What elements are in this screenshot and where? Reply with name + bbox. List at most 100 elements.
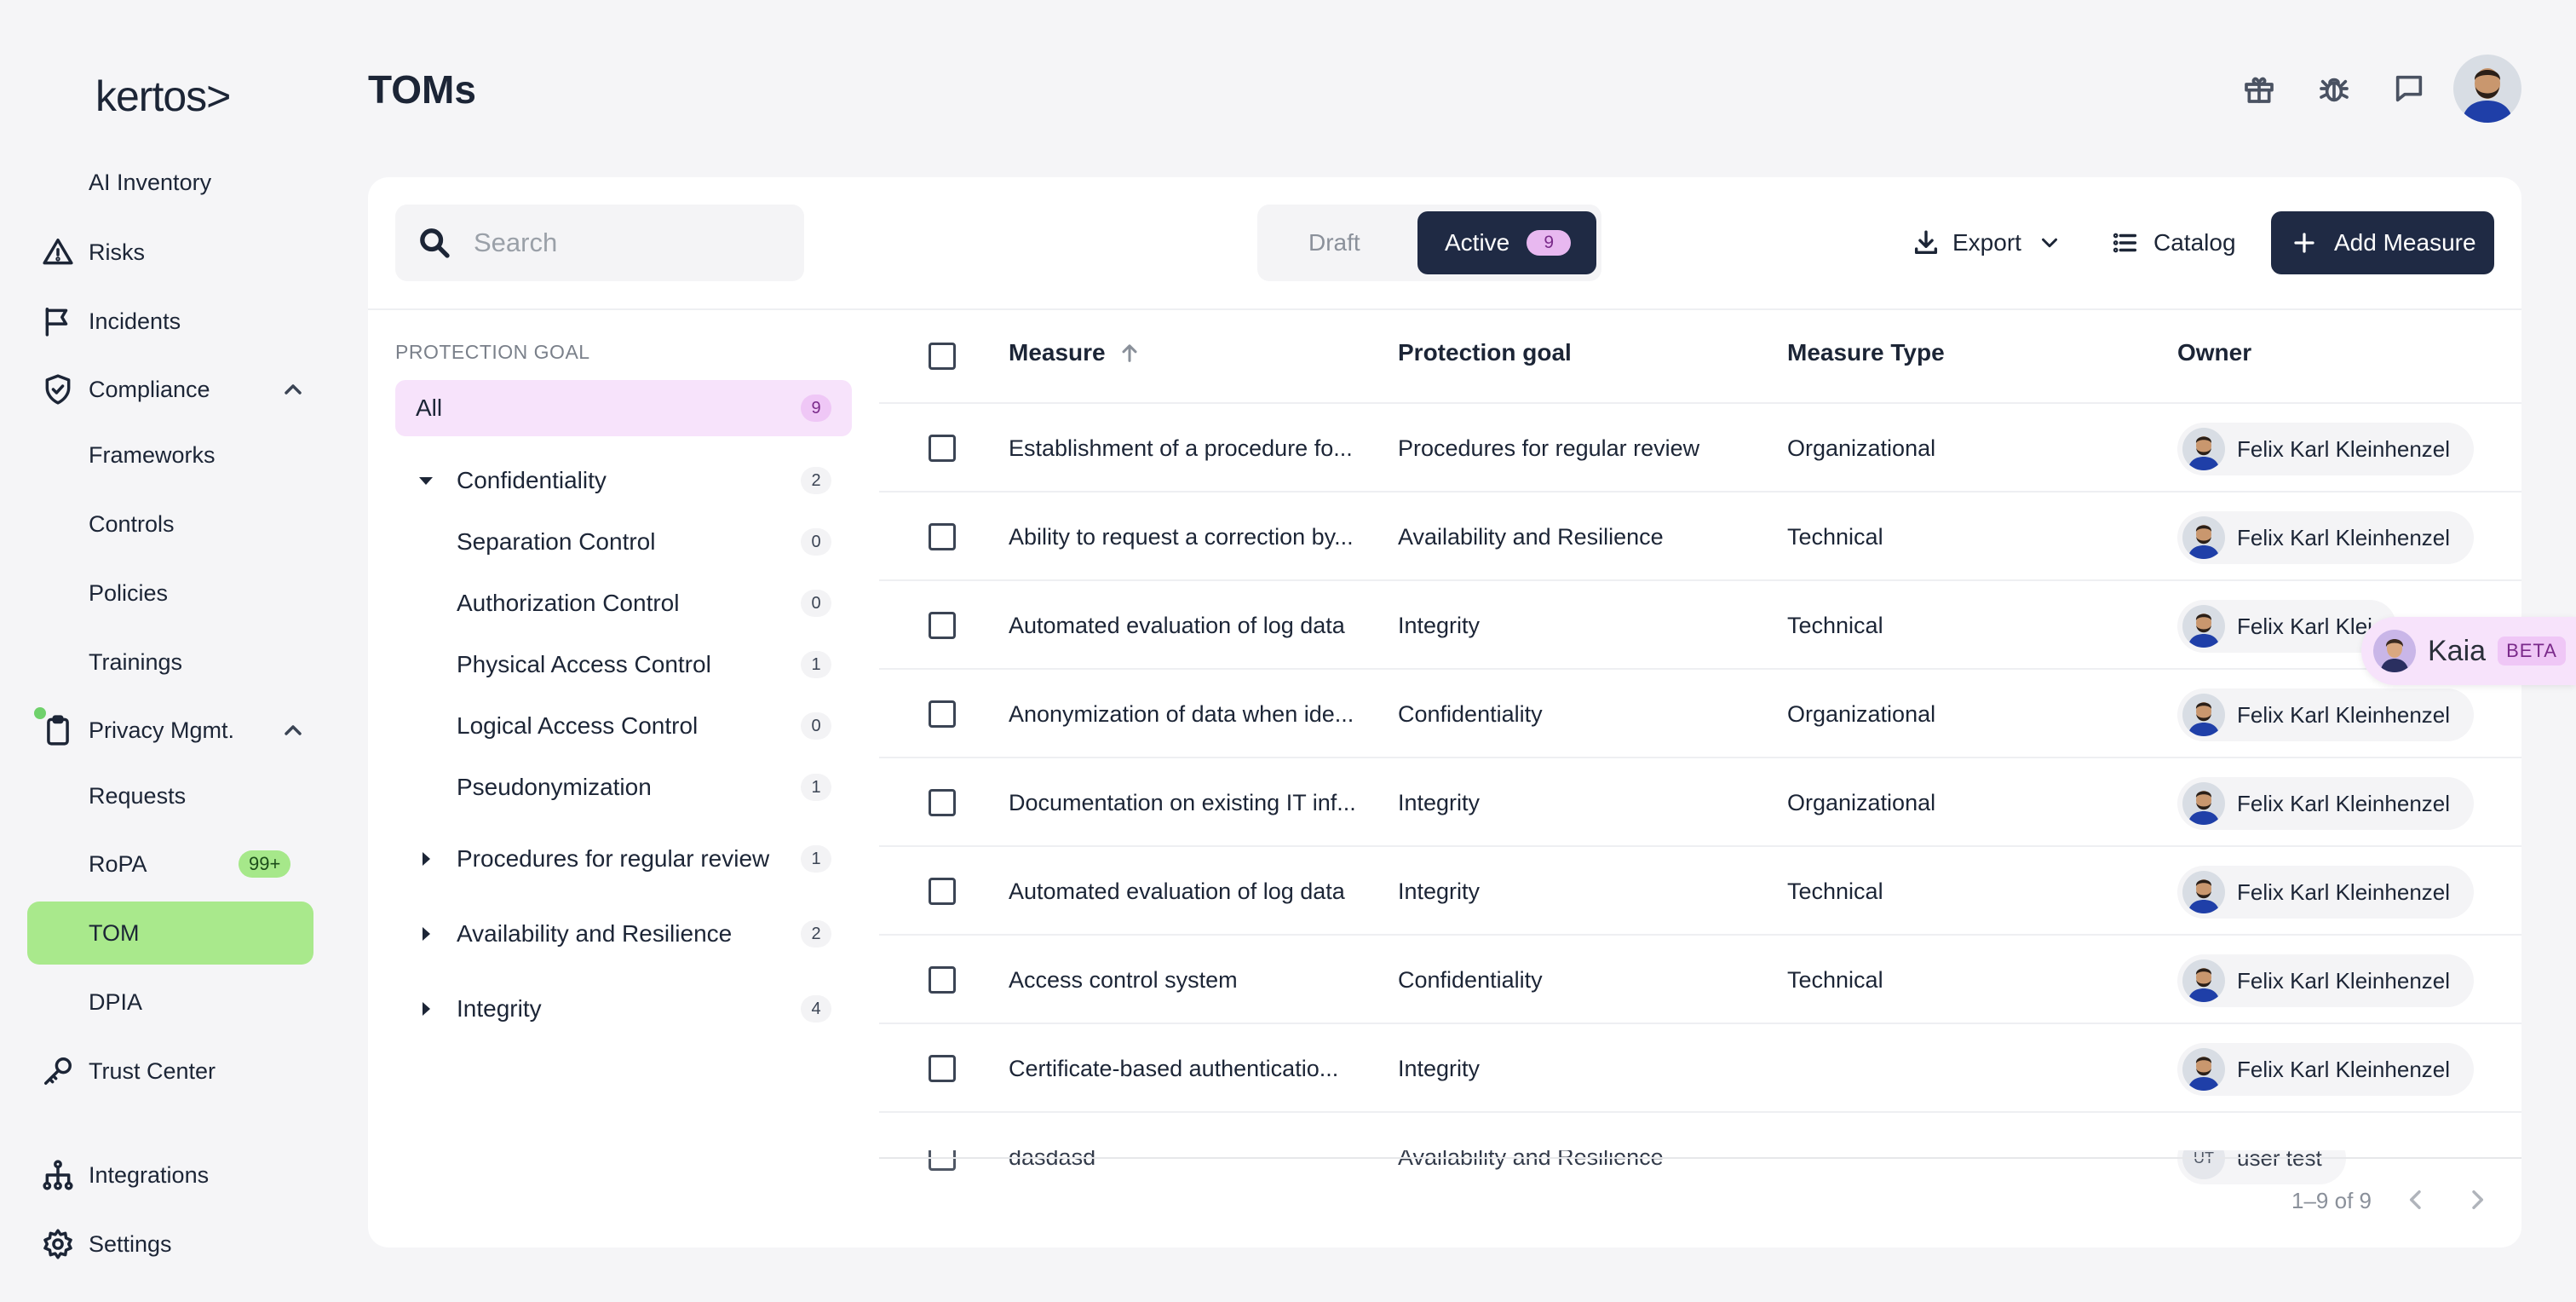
sidebar-item-risks[interactable]: Risks xyxy=(39,228,145,276)
prev-page-button[interactable] xyxy=(2402,1186,2433,1217)
caret-down-icon[interactable] xyxy=(416,470,436,491)
next-page-button[interactable] xyxy=(2464,1186,2494,1217)
cell-protection-goal: Integrity xyxy=(1398,613,1481,638)
tree-item-physical-access-control[interactable]: Physical Access Control 1 xyxy=(457,641,831,688)
tree-item-integrity[interactable]: Integrity 4 xyxy=(457,985,831,1033)
count-badge: 0 xyxy=(801,528,831,556)
gift-icon[interactable] xyxy=(2239,68,2280,109)
sidebar-item-integrations[interactable]: Integrations xyxy=(39,1151,209,1199)
tree-item-logical-access-control[interactable]: Logical Access Control 0 xyxy=(457,702,831,750)
owner-chip[interactable]: Felix Karl Kleinhenzel xyxy=(2177,777,2475,830)
owner-avatar xyxy=(2182,694,2225,736)
row-divider xyxy=(879,491,2521,493)
column-header-measure-type[interactable]: Measure Type xyxy=(1787,339,1945,366)
count-badge: 4 xyxy=(801,995,831,1023)
row-checkbox[interactable] xyxy=(929,612,956,639)
caret-right-icon[interactable] xyxy=(416,924,436,944)
scroll-clip xyxy=(877,1116,2521,1150)
tree-item-separation-control[interactable]: Separation Control 0 xyxy=(457,518,831,566)
cell-protection-goal: Procedures for regular review xyxy=(1398,435,1700,461)
sidebar-item-controls[interactable]: Controls xyxy=(89,500,175,548)
tree-item-procedures-for-regular-review[interactable]: Procedures for regular review 1 xyxy=(457,835,831,883)
owner-avatar xyxy=(2182,428,2225,470)
row-checkbox[interactable] xyxy=(929,878,956,905)
tab-active[interactable]: Active 9 xyxy=(1417,211,1596,274)
user-avatar[interactable] xyxy=(2453,55,2521,123)
row-checkbox[interactable] xyxy=(929,700,956,728)
row-checkbox[interactable] xyxy=(929,523,956,550)
sidebar-item-frameworks[interactable]: Frameworks xyxy=(89,431,216,479)
cell-measure: Certificate-based authenticatio... xyxy=(1009,1056,1339,1081)
tab-draft[interactable]: Draft xyxy=(1308,205,1360,281)
tree-item-availability-and-resilience[interactable]: Availability and Resilience 2 xyxy=(457,910,831,958)
count-badge: 0 xyxy=(801,712,831,740)
owner-chip[interactable]: Felix Karl Kleinhenzel xyxy=(2177,866,2475,919)
cell-protection-goal: Confidentiality xyxy=(1398,701,1543,727)
search-icon xyxy=(420,228,450,258)
chevron-left-icon xyxy=(2409,1190,2421,1210)
caret-right-icon[interactable] xyxy=(416,999,436,1019)
count-badge: 9 xyxy=(801,395,831,422)
search-box[interactable] xyxy=(395,205,804,281)
sidebar-item-policies[interactable]: Policies xyxy=(89,569,168,617)
bug-icon[interactable] xyxy=(2314,68,2355,109)
row-checkbox[interactable] xyxy=(929,1055,956,1082)
search-input[interactable] xyxy=(474,228,780,258)
row-checkbox[interactable] xyxy=(929,789,956,816)
kaia-assistant-button[interactable]: Kaia BETA xyxy=(2361,617,2576,685)
sidebar-item-tom[interactable]: TOM xyxy=(89,909,140,957)
owner-chip[interactable]: Felix Karl Kleinhenzel xyxy=(2177,423,2475,475)
chat-icon[interactable] xyxy=(2389,68,2429,109)
chevron-up-icon[interactable] xyxy=(279,717,307,744)
owner-chip[interactable]: Felix Karl Kleinhenzel xyxy=(2177,954,2475,1007)
cell-measure-type: Technical xyxy=(1787,524,1883,550)
owner-avatar xyxy=(2182,871,2225,913)
tree-item-confidentiality[interactable]: Confidentiality 2 xyxy=(457,457,831,504)
row-checkbox[interactable] xyxy=(929,966,956,994)
owner-avatar xyxy=(2182,1048,2225,1091)
cell-measure: Establishment of a procedure fo... xyxy=(1009,435,1353,461)
sidebar-item-incidents[interactable]: Incidents xyxy=(39,297,181,345)
owner-chip[interactable]: Felix Karl Kleinhenzel xyxy=(2177,688,2475,741)
row-divider xyxy=(879,1111,2521,1113)
kertos-logo[interactable]: kertos> xyxy=(95,72,231,121)
tree-item-authorization-control[interactable]: Authorization Control 0 xyxy=(457,579,831,627)
count-badge: 1 xyxy=(801,774,831,801)
sidebar-item-privacy-mgmt[interactable]: Privacy Mgmt. xyxy=(39,706,234,754)
sidebar-item-requests[interactable]: Requests xyxy=(89,772,186,820)
key-icon xyxy=(39,1052,77,1090)
owner-chip[interactable]: Felix Karl Kleinhenzel xyxy=(2177,1043,2475,1096)
catalog-button[interactable]: Catalog xyxy=(2111,215,2236,271)
column-header-protection-goal[interactable]: Protection goal xyxy=(1398,339,1572,366)
cell-measure: Documentation on existing IT inf... xyxy=(1009,790,1356,815)
tree-item-pseudonymization[interactable]: Pseudonymization 1 xyxy=(457,763,831,811)
sidebar-item-ropa[interactable]: RoPA xyxy=(89,840,147,888)
row-checkbox[interactable] xyxy=(929,435,956,462)
page-title: TOMs xyxy=(368,67,476,112)
caret-right-icon[interactable] xyxy=(416,849,436,869)
column-header-measure[interactable]: Measure xyxy=(1009,339,1141,366)
sidebar-item-trust-center[interactable]: Trust Center xyxy=(39,1047,216,1095)
sidebar-item-settings[interactable]: Settings xyxy=(39,1220,172,1268)
sidebar-item-compliance[interactable]: Compliance xyxy=(39,366,210,413)
cell-protection-goal: Confidentiality xyxy=(1398,967,1543,993)
cell-measure: Ability to request a correction by... xyxy=(1009,524,1354,550)
sidebar-item-trainings[interactable]: Trainings xyxy=(89,638,182,686)
select-all-checkbox[interactable] xyxy=(929,343,956,370)
pagination-range: 1–9 of 9 xyxy=(2291,1188,2372,1213)
filter-all[interactable]: All 9 xyxy=(395,380,852,436)
sidebar-item-ai-inventory[interactable]: AI Inventory xyxy=(89,170,211,206)
count-badge: 2 xyxy=(801,920,831,948)
owner-chip[interactable]: Felix Karl Kleinhenzel xyxy=(2177,511,2475,564)
cell-measure-type: Organizational xyxy=(1787,435,1936,461)
column-header-owner[interactable]: Owner xyxy=(2177,339,2251,366)
export-button[interactable]: Export xyxy=(1912,215,2062,271)
sidebar-item-dpia[interactable]: DPIA xyxy=(89,978,142,1026)
cell-measure-type: Technical xyxy=(1787,613,1883,638)
cell-measure: Automated evaluation of log data xyxy=(1009,613,1345,638)
sort-ascending-icon[interactable] xyxy=(1118,341,1141,365)
chevron-up-icon[interactable] xyxy=(279,376,307,403)
count-badge: 1 xyxy=(801,845,831,873)
gear-icon xyxy=(39,1225,77,1263)
add-measure-button[interactable]: Add Measure xyxy=(2271,211,2494,274)
